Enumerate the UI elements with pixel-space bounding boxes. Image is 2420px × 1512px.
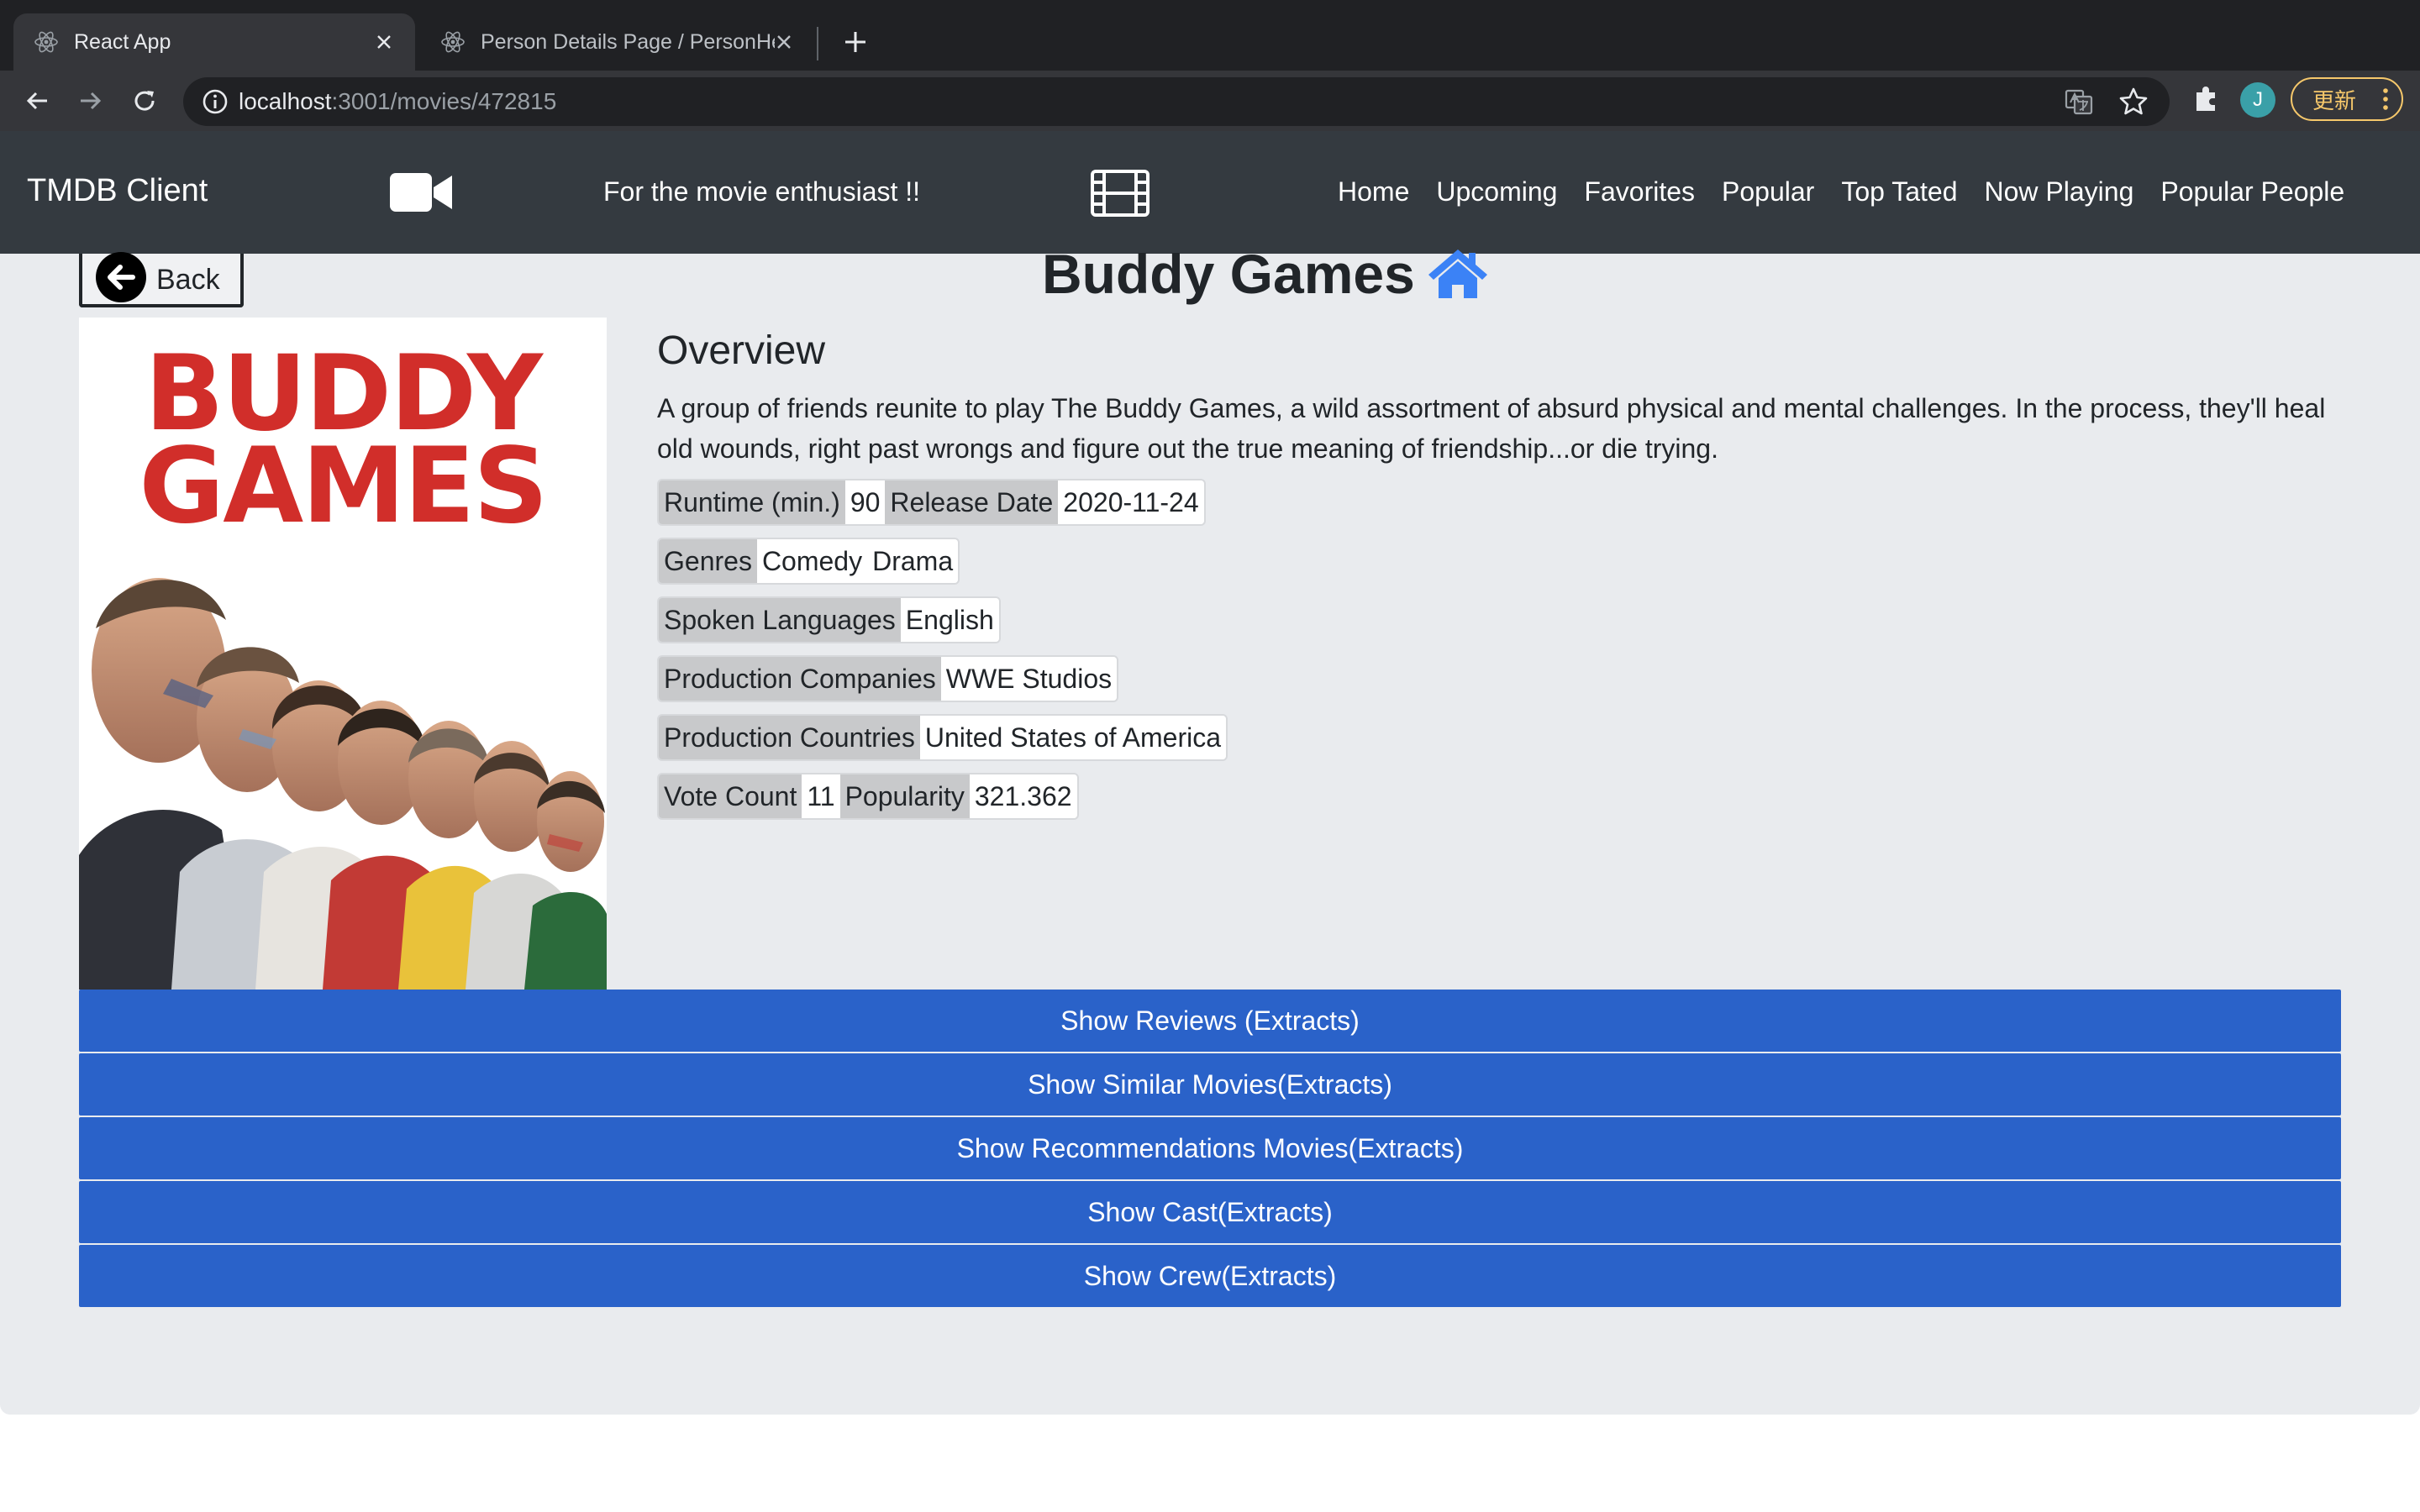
extract-actions: Show Reviews (Extracts) Show Similar Mov… bbox=[79, 990, 2341, 1309]
overview-text: A group of friends reunite to play The B… bbox=[657, 393, 2326, 464]
production-companies-label: Production Companies bbox=[659, 657, 941, 701]
translate-icon[interactable] bbox=[2064, 87, 2094, 117]
back-arrow-icon[interactable] bbox=[18, 82, 55, 119]
close-tab-icon[interactable] bbox=[770, 28, 798, 56]
reload-icon[interactable] bbox=[126, 82, 163, 119]
arrow-left-circle-icon bbox=[96, 252, 146, 302]
show-crew-button[interactable]: Show Crew(Extracts) bbox=[79, 1245, 2341, 1307]
film-strip-icon bbox=[1091, 170, 1150, 217]
vote-count-value: 11 bbox=[802, 774, 840, 818]
tab-title: Person Details Page / PersonHe bbox=[481, 29, 775, 54]
poster-title: BUDDY GAMES bbox=[139, 333, 548, 547]
poster-cast-image bbox=[79, 553, 607, 990]
update-label: 更新 bbox=[2312, 87, 2357, 113]
genre-chip: Comedy bbox=[756, 539, 868, 583]
video-camera-icon bbox=[390, 173, 454, 212]
profile-avatar[interactable]: J bbox=[2240, 82, 2275, 118]
genre-chip: Drama bbox=[867, 539, 959, 583]
extensions-puzzle-icon[interactable] bbox=[2188, 81, 2225, 118]
nav-top-rated[interactable]: Top Tated bbox=[1841, 176, 1957, 207]
close-tab-icon[interactable] bbox=[370, 28, 398, 56]
site-info-icon[interactable] bbox=[200, 87, 230, 117]
more-menu-icon[interactable] bbox=[2383, 87, 2388, 111]
genres-row: Genres Comedy Drama bbox=[657, 538, 960, 585]
forward-arrow-icon[interactable] bbox=[72, 82, 109, 119]
address-bar[interactable]: localhost:3001/movies/472815 bbox=[183, 77, 2170, 126]
nav-home[interactable]: Home bbox=[1338, 176, 1409, 207]
brand-title[interactable]: TMDB Client bbox=[27, 173, 208, 209]
production-companies-row: Production Companies WWE Studios bbox=[657, 655, 1119, 702]
production-countries-label: Production Countries bbox=[659, 716, 920, 759]
movie-details-page: Back Buddy Games BUDDY GAMES Overview A … bbox=[0, 243, 2420, 1415]
nav-favorites[interactable]: Favorites bbox=[1584, 176, 1695, 207]
runtime-release-row: Runtime (min.) 90 Release Date 2020-11-2… bbox=[657, 479, 1206, 526]
genres-label: Genres bbox=[659, 539, 757, 583]
nav-now-playing[interactable]: Now Playing bbox=[1985, 176, 2134, 207]
release-date-value: 2020-11-24 bbox=[1058, 480, 1204, 524]
browser-toolbar: localhost:3001/movies/472815 bbox=[0, 71, 2420, 131]
bookmark-star-icon[interactable] bbox=[2118, 86, 2149, 118]
runtime-value: 90 bbox=[844, 480, 886, 524]
tab-separator bbox=[817, 27, 818, 60]
nav-popular[interactable]: Popular bbox=[1722, 176, 1814, 207]
spoken-languages-value: English bbox=[900, 598, 999, 642]
production-companies-value: WWE Studios bbox=[940, 657, 1118, 701]
production-countries-value: United States of America bbox=[919, 716, 1226, 759]
movie-title-text: Buddy Games bbox=[1042, 243, 1415, 305]
show-similar-movies-button[interactable]: Show Similar Movies(Extracts) bbox=[79, 1053, 2341, 1116]
update-button[interactable]: 更新 bbox=[2291, 77, 2403, 121]
nav-upcoming[interactable]: Upcoming bbox=[1436, 176, 1557, 207]
react-logo-icon bbox=[439, 28, 467, 56]
overview-heading: Overview bbox=[657, 328, 826, 373]
home-icon[interactable] bbox=[1427, 248, 1489, 300]
show-reviews-button[interactable]: Show Reviews (Extracts) bbox=[79, 990, 2341, 1052]
nav-popular-people[interactable]: Popular People bbox=[2160, 176, 2344, 207]
movie-poster: BUDDY GAMES bbox=[79, 318, 607, 990]
new-tab-icon[interactable] bbox=[839, 25, 872, 59]
tab-title: React App bbox=[74, 29, 171, 54]
browser-tab-strip: React App Person Details Page / PersonHe bbox=[0, 0, 2420, 71]
browser-tab-react-app[interactable]: React App bbox=[13, 13, 415, 71]
runtime-label: Runtime (min.) bbox=[659, 480, 845, 524]
production-countries-row: Production Countries United States of Am… bbox=[657, 714, 1228, 761]
spoken-languages-row: Spoken Languages English bbox=[657, 596, 1001, 643]
show-cast-button[interactable]: Show Cast(Extracts) bbox=[79, 1181, 2341, 1243]
url-text: localhost:3001/movies/472815 bbox=[239, 88, 557, 114]
popularity-label: Popularity bbox=[839, 774, 970, 818]
react-logo-icon bbox=[32, 28, 60, 56]
popularity-value: 321.362 bbox=[969, 774, 1077, 818]
vote-count-label: Vote Count bbox=[659, 774, 802, 818]
show-recommendations-button[interactable]: Show Recommendations Movies(Extracts) bbox=[79, 1117, 2341, 1179]
movie-title: Buddy Games bbox=[1042, 242, 1489, 306]
tagline: For the movie enthusiast !! bbox=[603, 176, 921, 207]
back-button[interactable]: Back bbox=[79, 252, 244, 307]
votes-popularity-row: Vote Count 11 Popularity 321.362 bbox=[657, 773, 1079, 820]
main-nav: Home Upcoming Favorites Popular Top Tate… bbox=[1338, 176, 2371, 207]
browser-tab-person-details[interactable]: Person Details Page / PersonHe bbox=[420, 13, 815, 71]
spoken-languages-label: Spoken Languages bbox=[659, 598, 901, 642]
release-date-label: Release Date bbox=[885, 480, 1059, 524]
app-navbar: TMDB Client For the movie enthusiast !! … bbox=[0, 131, 2420, 254]
back-label: Back bbox=[156, 264, 220, 296]
